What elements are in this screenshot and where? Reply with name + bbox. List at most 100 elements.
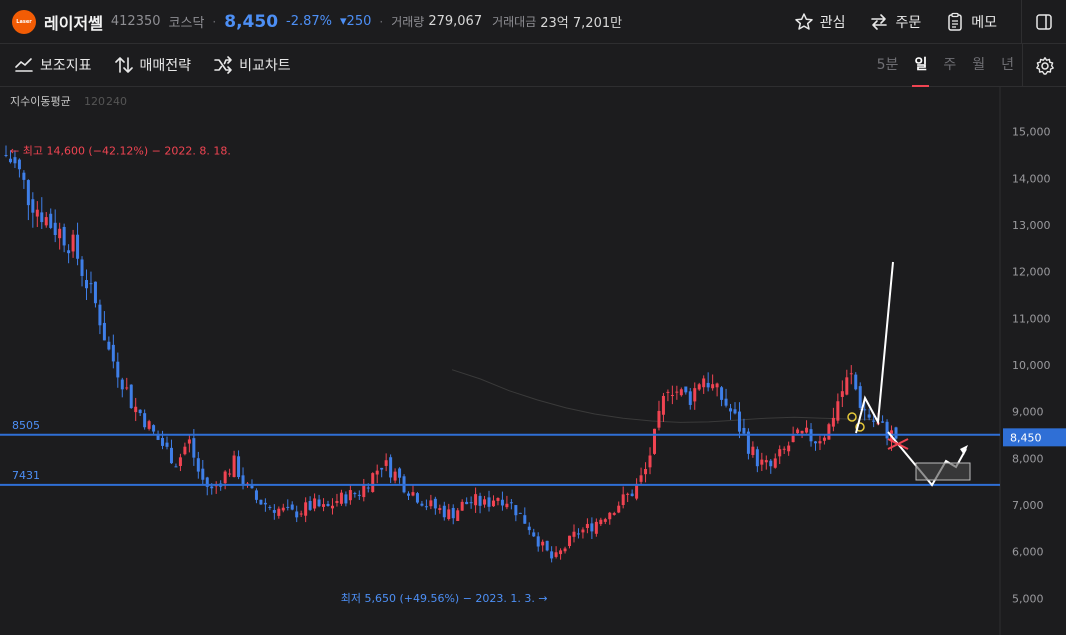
gear-icon (1035, 56, 1054, 75)
candle-body (424, 506, 428, 508)
candle-body (894, 427, 898, 439)
candle-body (129, 384, 133, 409)
candle-body (308, 500, 312, 510)
candle-body (554, 552, 558, 557)
candle-body (881, 421, 885, 423)
candle-body (451, 507, 455, 519)
indicator-button[interactable]: 보조지표 (14, 55, 92, 75)
candle-body (536, 536, 540, 547)
tab-week[interactable]: 주 (943, 44, 956, 87)
panel-toggle-button[interactable] (1021, 0, 1066, 44)
candle-body (594, 521, 598, 534)
candle-body (505, 503, 509, 508)
watchlist-button[interactable]: 관심 (794, 12, 845, 32)
y-tick-label: 9,000 (1012, 406, 1044, 419)
y-tick-label: 14,000 (1012, 172, 1051, 185)
candle-body (836, 401, 840, 421)
order-button[interactable]: 주문 (869, 12, 921, 32)
candle-body (621, 494, 625, 506)
up-down-arrows-icon (114, 57, 133, 73)
candle-body (590, 523, 594, 532)
candle-body (357, 494, 361, 496)
candle-body (813, 441, 817, 444)
candle-body (697, 384, 701, 390)
ma-label: 지수이동평균 (10, 95, 71, 108)
candle-body (509, 502, 513, 504)
ma-period-240: 240 (106, 95, 127, 108)
candle-body (822, 437, 826, 441)
candle-body (120, 379, 124, 390)
candle-body (8, 158, 12, 163)
candle-body (483, 499, 487, 505)
candle-body (85, 280, 89, 289)
candle-body (259, 499, 263, 505)
strategy-button[interactable]: 매매전략 (114, 55, 191, 75)
clipboard-icon (948, 12, 962, 31)
candle-body (420, 503, 424, 506)
candle-body (831, 417, 835, 427)
candle-body (375, 470, 379, 475)
candle-body (858, 386, 862, 408)
candle-body (299, 513, 303, 515)
candle-body (523, 515, 527, 524)
candle-body (389, 457, 393, 478)
memo-button[interactable]: 메모 (945, 12, 997, 32)
market-name: 코스닥 (168, 16, 205, 31)
candle-body (487, 497, 491, 507)
candle-body (827, 424, 831, 440)
candle-body (44, 217, 48, 226)
candle-body (661, 395, 665, 415)
candle-body (201, 468, 205, 480)
candle-body (559, 550, 563, 555)
candle-body (863, 409, 867, 411)
candle-body (147, 421, 151, 429)
tab-day[interactable]: 일 (912, 44, 930, 87)
candle-body (612, 513, 616, 515)
candle-body (885, 421, 889, 439)
candle-body (169, 447, 173, 464)
candle-body (760, 459, 764, 465)
support-line-label: 7431 (12, 469, 40, 482)
candle-body (138, 409, 142, 414)
tab-month[interactable]: 월 (972, 44, 985, 87)
candle-body (563, 548, 567, 552)
candle-body (277, 508, 281, 516)
candle-body (478, 495, 482, 506)
candle-body (393, 471, 397, 481)
candle-body (380, 467, 384, 470)
volume-value: 279,067 (428, 14, 483, 29)
x-mark-icon (887, 438, 909, 450)
candle-body (281, 507, 285, 511)
separator-dot: · (212, 14, 217, 29)
candle-body (635, 483, 639, 499)
current-price: 8,450 (224, 11, 279, 32)
candle-body (353, 493, 357, 495)
tab-5min[interactable]: 5분 (877, 44, 899, 87)
y-tick-label: 15,000 (1012, 126, 1051, 139)
price-chart[interactable]: 지수이동평균 120 240 15,00014,00013,00012,0001… (0, 87, 1066, 635)
candle-body (326, 503, 330, 506)
candle-body (223, 471, 227, 484)
chart-settings-button[interactable] (1022, 44, 1066, 87)
y-tick-label: 11,000 (1012, 312, 1051, 325)
candle-body (693, 388, 697, 402)
candle-body (111, 344, 115, 362)
compare-button[interactable]: 비교차트 (213, 55, 291, 75)
stock-name: 레이저쎌 (44, 13, 103, 33)
indicator-label: 보조지표 (40, 58, 92, 74)
candle-body (237, 456, 241, 478)
arrow-head (960, 445, 968, 455)
candle-body (872, 420, 876, 422)
tab-year[interactable]: 년 (1001, 44, 1014, 87)
candle-body (460, 501, 464, 511)
candle-body (773, 458, 777, 468)
candle-body (415, 493, 419, 503)
swap-arrows-icon (871, 14, 888, 30)
candle-body (572, 531, 576, 537)
change-percent: -2.87% (286, 14, 333, 29)
candle-body (755, 449, 759, 467)
candle-body (652, 428, 656, 454)
candle-body (854, 374, 858, 390)
candle-body (849, 373, 853, 375)
candle-body (532, 532, 536, 537)
